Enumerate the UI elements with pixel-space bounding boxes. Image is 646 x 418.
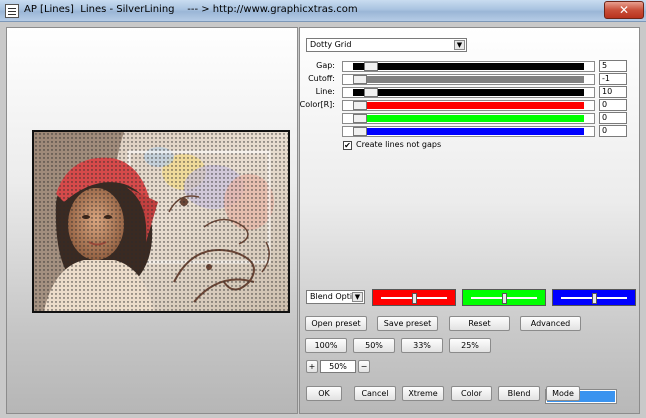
line-slider-track: [353, 89, 584, 96]
color-r-slider[interactable]: [342, 100, 595, 111]
color-g-value[interactable]: 0: [599, 112, 627, 124]
preview-artwork: [34, 132, 288, 311]
preview-pane: [6, 27, 298, 414]
color-r-slider-thumb[interactable]: [353, 101, 367, 110]
effect-select-value: Dotty Grid: [310, 40, 352, 49]
zoom-in-button[interactable]: +: [306, 360, 318, 373]
cutoff-slider-track: [353, 76, 584, 83]
title-bar: AP [Lines] Lines - SilverLining --- > ht…: [0, 0, 646, 22]
zoom-level-field[interactable]: 50%: [320, 360, 356, 373]
color-button[interactable]: Color: [451, 386, 492, 401]
blend-button[interactable]: Blend: [498, 386, 540, 401]
ok-button[interactable]: OK: [306, 386, 342, 401]
blend-green-knob[interactable]: [502, 293, 507, 304]
cutoff-value[interactable]: -1: [599, 73, 627, 85]
chevron-down-icon: ▼: [352, 292, 363, 302]
color-r-label: Color[R]:: [299, 100, 335, 109]
blend-red-slider[interactable]: [372, 289, 456, 306]
zoom-50-button[interactable]: 50%: [353, 338, 395, 353]
line-slider[interactable]: [342, 87, 595, 98]
gap-slider-track: [353, 63, 584, 70]
line-label: Line:: [315, 87, 335, 96]
cutoff-slider[interactable]: [342, 74, 595, 85]
color-b-value[interactable]: 0: [599, 125, 627, 137]
cutoff-slider-thumb[interactable]: [353, 75, 367, 84]
color-b-slider-track: [353, 128, 584, 135]
save-preset-button[interactable]: Save preset: [377, 316, 438, 331]
blend-green-slider[interactable]: [462, 289, 546, 306]
app-icon: [5, 4, 19, 18]
xtreme-button[interactable]: Xtreme: [402, 386, 444, 401]
line-value[interactable]: 10: [599, 86, 627, 98]
create-lines-label: Create lines not gaps: [356, 140, 442, 149]
window-title: AP [Lines] Lines - SilverLining --- > ht…: [24, 4, 358, 15]
cancel-button[interactable]: Cancel: [354, 386, 396, 401]
blend-blue-slider[interactable]: [552, 289, 636, 306]
gap-slider[interactable]: [342, 61, 595, 72]
color-b-slider[interactable]: [342, 126, 595, 137]
mode-button[interactable]: Mode: [546, 386, 580, 401]
advanced-button[interactable]: Advanced: [520, 316, 581, 331]
line-slider-thumb[interactable]: [364, 88, 378, 97]
zoom-out-button[interactable]: −: [358, 360, 370, 373]
color-r-value[interactable]: 0: [599, 99, 627, 111]
blend-options-value: Blend Optio: [310, 292, 357, 301]
blend-options-select[interactable]: Blend Optio ▼: [306, 290, 365, 304]
preview-image[interactable]: [32, 130, 290, 313]
color-g-slider[interactable]: [342, 113, 595, 124]
controls-pane: [299, 27, 640, 414]
zoom-100-button[interactable]: 100%: [305, 338, 347, 353]
cutoff-label: Cutoff:: [308, 74, 335, 83]
blend-red-knob[interactable]: [412, 293, 417, 304]
effect-select[interactable]: Dotty Grid ▼: [306, 38, 467, 52]
zoom-33-button[interactable]: 33%: [401, 338, 443, 353]
color-r-slider-track: [353, 102, 584, 109]
open-preset-button[interactable]: Open preset: [305, 316, 367, 331]
gap-value[interactable]: 5: [599, 60, 627, 72]
zoom-25-button[interactable]: 25%: [449, 338, 491, 353]
client-area: Dotty Grid ▼ Gap: 5 Cutoff: -1 Line: 10 …: [0, 22, 646, 418]
color-b-slider-thumb[interactable]: [353, 127, 367, 136]
reset-button[interactable]: Reset: [449, 316, 510, 331]
close-button[interactable]: ✕: [604, 1, 644, 19]
gap-slider-thumb[interactable]: [364, 62, 378, 71]
chevron-down-icon: ▼: [454, 40, 465, 50]
gap-label: Gap:: [316, 61, 335, 70]
color-g-slider-track: [353, 115, 584, 122]
blend-blue-knob[interactable]: [592, 293, 597, 304]
color-g-slider-thumb[interactable]: [353, 114, 367, 123]
create-lines-checkbox[interactable]: ✔: [343, 141, 352, 150]
